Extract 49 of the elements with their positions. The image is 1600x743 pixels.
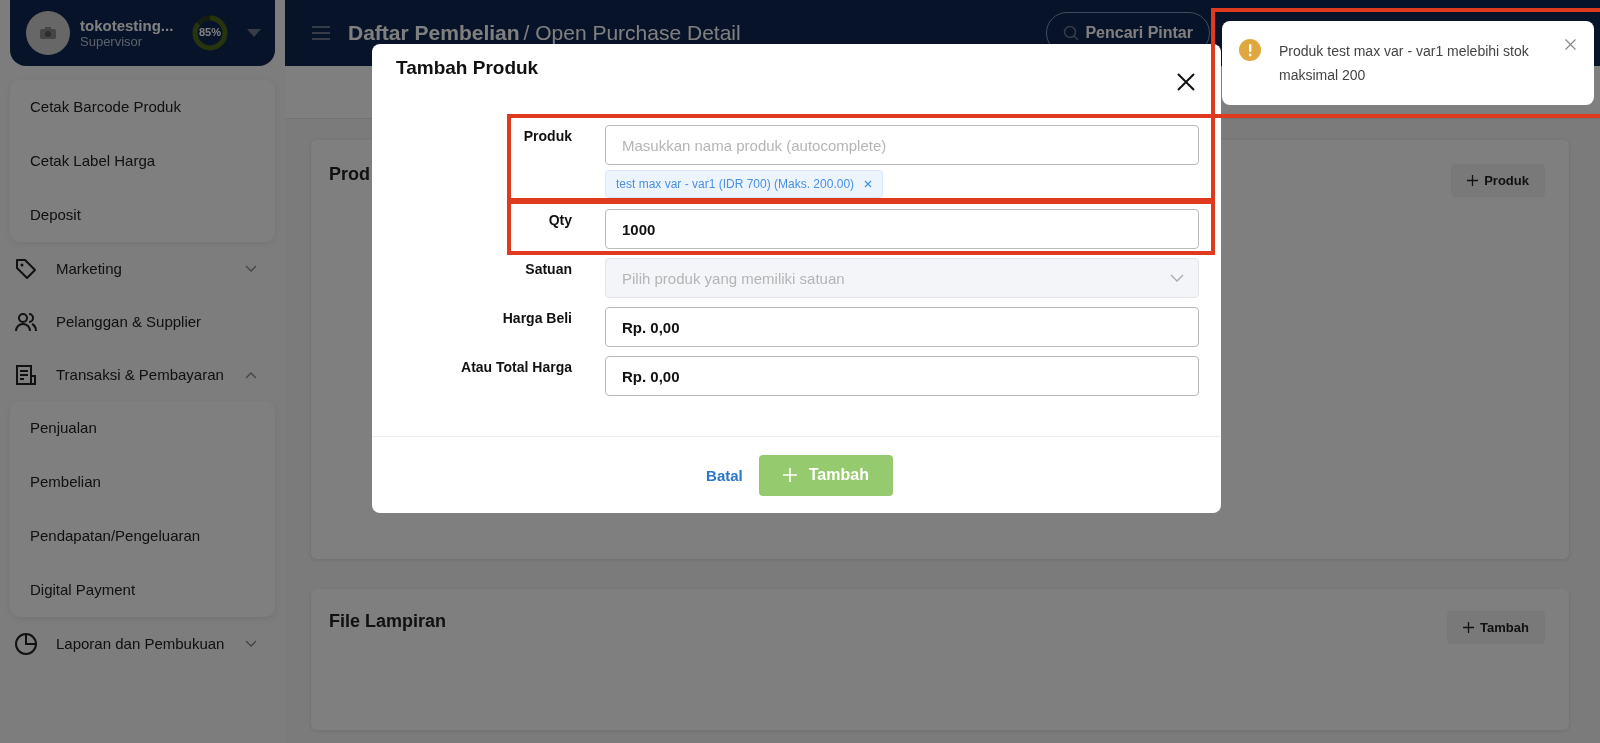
caret-icon[interactable] xyxy=(247,29,261,37)
card-title: File Lampiran xyxy=(329,611,447,632)
plus-icon xyxy=(782,468,797,482)
field-label: Produk xyxy=(522,127,572,146)
nav-item[interactable]: Pelanggan & Supplier xyxy=(10,295,275,348)
remove-icon[interactable] xyxy=(864,180,873,188)
field-label: Satuan xyxy=(524,260,572,279)
card-title: Prod xyxy=(329,164,370,185)
toast-message: Produk test max var - var1 melebihi stok maksimal 200 xyxy=(1279,42,1530,85)
user-name: tokotesting... xyxy=(80,17,175,34)
plus-icon xyxy=(1463,622,1475,633)
field-label: Harga Beli xyxy=(501,309,572,328)
page-subtitle: / Open Purchase Detail xyxy=(523,21,741,45)
warning-icon xyxy=(1239,39,1261,61)
plus-icon xyxy=(1467,175,1479,186)
document-icon xyxy=(14,362,38,387)
field-label: Atau Total Harga xyxy=(460,358,572,377)
nav-item[interactable]: Transaksi & Pembayaran xyxy=(10,348,275,401)
submenu-item[interactable]: Deposit xyxy=(10,188,275,242)
field-label: Qty xyxy=(547,211,572,230)
page-title: Daftar Pembelian xyxy=(348,21,520,45)
selected-product-tag: test max var - var1 (IDR 700) (Maks. 200.00) xyxy=(605,170,884,198)
user-role: Supervisor xyxy=(80,34,144,49)
add-button[interactable]: Tambah xyxy=(1447,611,1545,644)
close-icon[interactable] xyxy=(1565,39,1576,50)
search-icon xyxy=(1063,25,1080,41)
submenu-item[interactable]: Penjualan xyxy=(10,401,275,455)
add-button[interactable]: Produk xyxy=(1451,164,1545,197)
submenu-item[interactable]: Cetak Label Harga xyxy=(10,134,275,188)
chevron-icon xyxy=(1170,274,1184,282)
input-field[interactable]: Masukkan nama produk (autocomplete) xyxy=(605,125,1199,165)
close-icon xyxy=(1177,73,1195,91)
submenu-item[interactable]: Pembelian xyxy=(10,455,275,509)
input-field[interactable]: Rp. 0,00 xyxy=(605,307,1199,347)
dialog-title: Tambah Produk xyxy=(396,57,539,79)
tag-icon xyxy=(14,256,38,281)
pie-chart-icon xyxy=(14,631,38,656)
nav-item[interactable]: Marketing xyxy=(10,242,275,295)
submenu-item[interactable]: Digital Payment xyxy=(10,563,275,617)
submenu-item[interactable]: Cetak Barcode Produk xyxy=(10,80,275,134)
input-field[interactable]: Rp. 0,00 xyxy=(605,356,1199,396)
progress-label: 85% xyxy=(198,26,222,38)
cancel-button[interactable]: Batal xyxy=(700,465,749,485)
submenu-item[interactable]: Pendapatan/Pengeluaran xyxy=(10,509,275,563)
camera-icon xyxy=(39,26,57,40)
menu-icon[interactable] xyxy=(312,26,330,40)
nav-item[interactable]: Laporan dan Pembukuan xyxy=(10,617,275,670)
progress-ring xyxy=(191,14,229,52)
input-field[interactable]: 1000 xyxy=(605,209,1199,249)
